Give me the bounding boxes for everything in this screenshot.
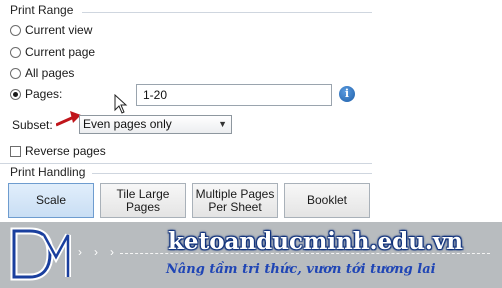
radio-label: Pages: xyxy=(25,87,63,101)
radio-button[interactable] xyxy=(10,24,21,36)
chevron-right-icon: › xyxy=(94,245,98,259)
section-divider xyxy=(0,163,372,164)
pages-range-input[interactable]: 1-20 xyxy=(136,84,332,106)
subset-label: Subset: xyxy=(12,118,53,132)
radio-all-pages[interactable]: All pages xyxy=(10,65,74,81)
dm-logo-icon xyxy=(10,227,71,281)
booklet-button[interactable]: Booklet xyxy=(284,183,370,218)
radio-label: Current view xyxy=(25,23,93,37)
chevron-right-icon: › xyxy=(78,245,82,259)
chevron-right-icon: › xyxy=(110,245,114,259)
banner-site-name: ketoanducminh.edu.vn xyxy=(168,228,464,255)
radio-button-checked[interactable] xyxy=(10,88,21,100)
banner-slogan: Nâng tầm tri thức, vươn tới tương lai xyxy=(166,262,436,277)
radio-button[interactable] xyxy=(10,67,21,79)
scale-button[interactable]: Scale xyxy=(8,183,94,218)
print-handling-title: Print Handling xyxy=(10,165,86,179)
radio-button[interactable] xyxy=(10,46,21,58)
subset-select[interactable]: Even pages only ▼ xyxy=(79,115,232,134)
radio-label: Current page xyxy=(25,45,96,59)
info-icon[interactable]: i xyxy=(339,86,355,102)
mouse-cursor-icon xyxy=(114,94,128,114)
radio-pages[interactable]: Pages: xyxy=(10,86,62,102)
banner-divider xyxy=(120,253,490,255)
tile-large-pages-button[interactable]: Tile Large Pages xyxy=(100,183,186,218)
reverse-pages-checkbox-row[interactable]: Reverse pages xyxy=(10,143,106,159)
section-divider xyxy=(92,173,372,174)
radio-label: All pages xyxy=(25,66,75,80)
radio-current-view[interactable]: Current view xyxy=(10,22,92,38)
section-divider xyxy=(82,12,372,13)
chevron-down-icon[interactable]: ▼ xyxy=(218,116,227,133)
print-range-title: Print Range xyxy=(10,3,74,17)
print-dialog: Print Range Current view Current page Al… xyxy=(0,0,502,222)
multiple-pages-per-sheet-button[interactable]: Multiple Pages Per Sheet xyxy=(192,183,278,218)
reverse-pages-label: Reverse pages xyxy=(25,144,106,158)
radio-current-page[interactable]: Current page xyxy=(10,44,95,60)
subset-selected-value: Even pages only xyxy=(83,117,172,131)
reverse-pages-checkbox[interactable] xyxy=(10,145,21,157)
